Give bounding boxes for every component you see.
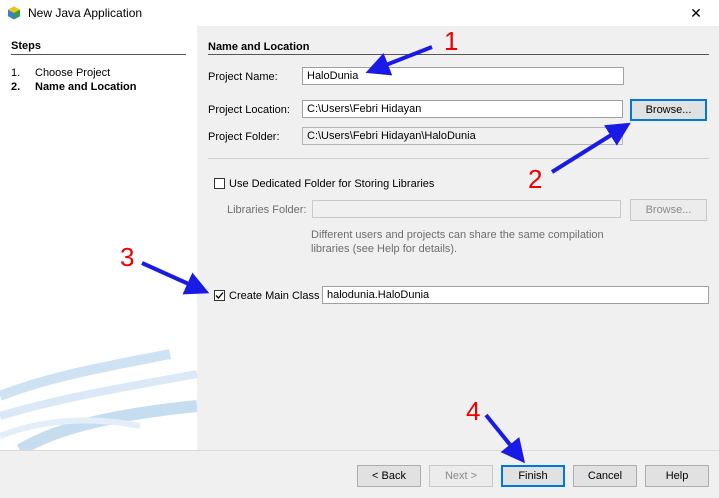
project-name-input[interactable]: HaloDunia [302, 67, 624, 85]
name-and-location-panel: Name and Location Project Name: HaloDuni… [197, 26, 719, 450]
libraries-folder-input [312, 200, 621, 218]
project-location-label: Project Location: [208, 104, 290, 116]
steps-decoration-swoosh [0, 349, 197, 450]
back-button[interactable]: < Back [357, 465, 421, 487]
step-choose-project: 1. Choose Project [11, 67, 110, 79]
steps-divider [11, 54, 186, 55]
steps-heading: Steps [11, 40, 41, 52]
panel-heading-divider [208, 54, 709, 55]
project-location-input[interactable]: C:\Users\Febri Hidayan [302, 100, 623, 118]
libraries-hint-line-2: libraries (see Help for details). [311, 243, 458, 255]
steps-pane: Steps 1. Choose Project 2. Name and Locati… [0, 26, 197, 450]
project-location-browse-button[interactable]: Browse... [630, 99, 707, 121]
libraries-folder-label: Libraries Folder: [227, 204, 307, 216]
libraries-hint-line-1: Different users and projects can share t… [311, 229, 604, 241]
step-label: Name and Location [35, 81, 137, 93]
step-number: 1. [11, 67, 21, 79]
finish-button[interactable]: Finish [501, 465, 565, 487]
close-icon[interactable]: ✕ [686, 4, 706, 22]
annotation-number-1: 1 [444, 26, 459, 56]
netbeans-app-icon [8, 6, 20, 20]
create-main-class-label: Create Main Class [229, 290, 320, 302]
main-class-input[interactable]: halodunia.HaloDunia [322, 286, 709, 304]
window-title: New Java Application [28, 6, 143, 20]
step-name-and-location: 2. Name and Location [11, 81, 136, 93]
wizard-button-bar: < Back Next > Finish Cancel Help [0, 450, 719, 498]
annotation-number-2: 2 [528, 164, 543, 194]
dedicated-folder-label: Use Dedicated Folder for Storing Librari… [229, 178, 435, 190]
project-folder-field: C:\Users\Febri Hidayan\HaloDunia [302, 127, 623, 145]
dedicated-folder-checkbox[interactable] [214, 178, 225, 189]
libraries-browse-button: Browse... [630, 199, 707, 221]
section-separator [208, 158, 709, 159]
create-main-class-checkbox[interactable] [214, 290, 225, 301]
project-folder-label: Project Folder: [208, 131, 280, 143]
annotation-number-3: 3 [120, 242, 135, 272]
help-button[interactable]: Help [645, 465, 709, 487]
title-bar: New Java Application ✕ [0, 0, 719, 26]
panel-heading: Name and Location [208, 41, 310, 53]
project-name-label: Project Name: [208, 71, 278, 83]
cancel-button[interactable]: Cancel [573, 465, 637, 487]
step-label: Choose Project [35, 67, 111, 79]
next-button: Next > [429, 465, 493, 487]
annotation-number-4: 4 [466, 396, 481, 426]
checkmark-icon [215, 292, 224, 299]
step-number: 2. [11, 81, 21, 93]
